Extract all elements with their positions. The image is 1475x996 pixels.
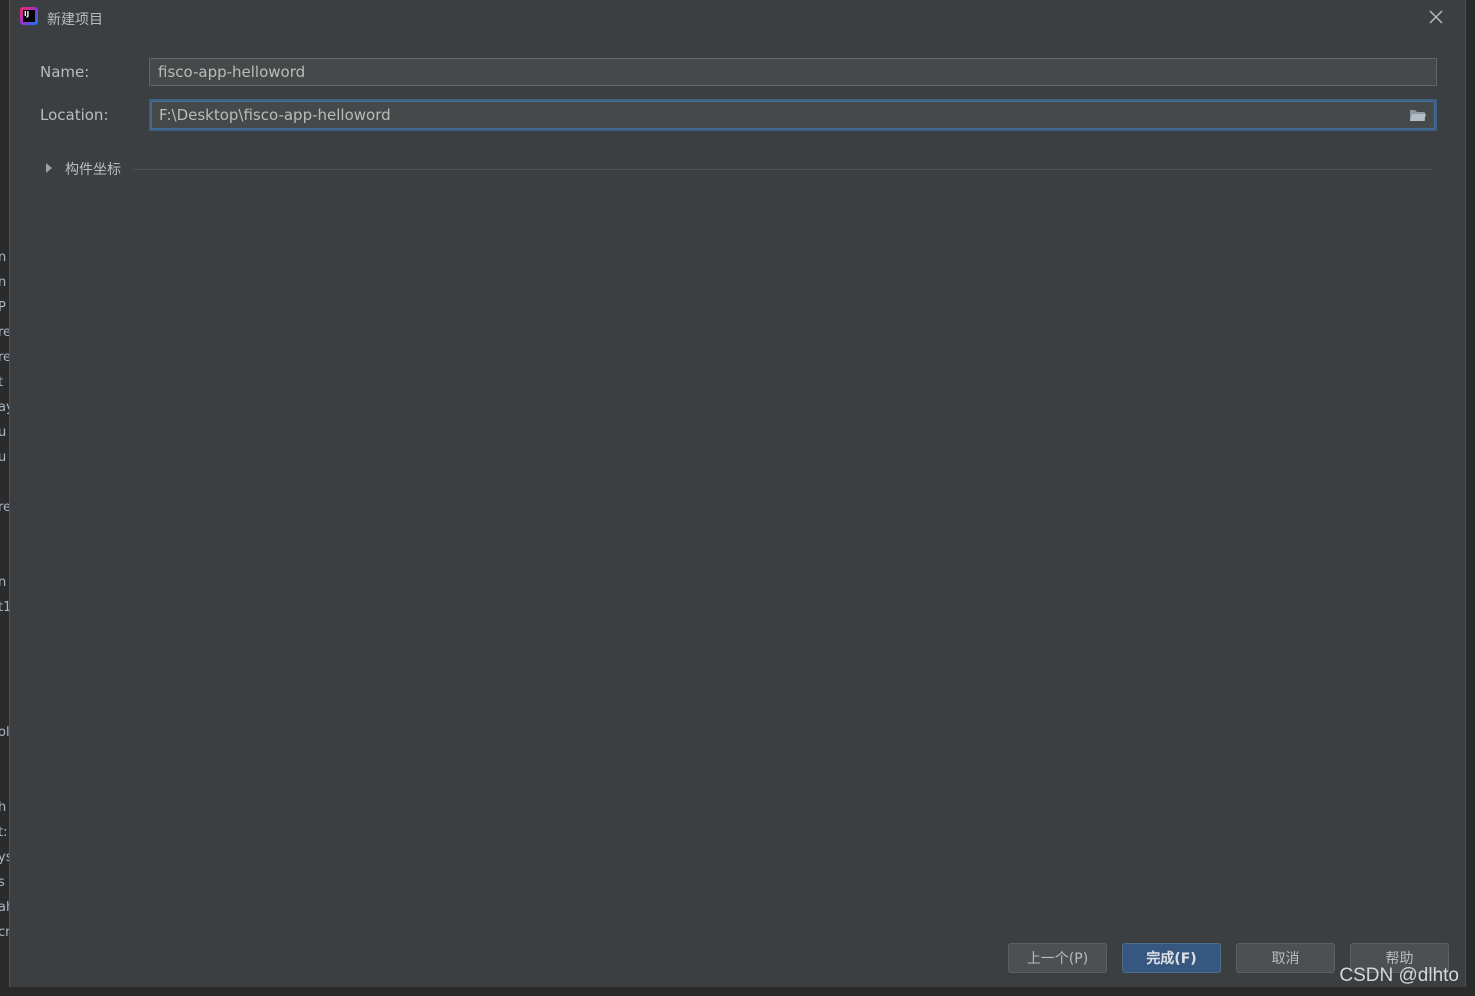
finish-button[interactable]: 完成(F) xyxy=(1122,943,1221,973)
dialog-title: 新建项目 xyxy=(47,12,103,28)
bg-fragment: P xyxy=(0,300,6,315)
cancel-button[interactable]: 取消 xyxy=(1236,943,1335,973)
bg-fragment: cr xyxy=(0,925,9,940)
bg-fragment: u xyxy=(0,450,7,465)
bg-fragment: n xyxy=(0,275,7,290)
close-icon[interactable] xyxy=(1427,8,1445,26)
bg-fragment: t xyxy=(0,375,4,390)
bg-fragment: s xyxy=(0,875,5,890)
location-label: Location: xyxy=(40,106,109,124)
intellij-logo-icon xyxy=(20,7,38,25)
dialog-titlebar[interactable]: 新建项目 xyxy=(10,0,1465,36)
bg-fragment: t1 xyxy=(0,600,9,615)
bg-fragment: ys xyxy=(0,850,9,865)
bg-fragment: ol xyxy=(0,725,9,740)
bg-fragment: t: xyxy=(0,825,8,840)
bg-fragment: h xyxy=(0,800,7,815)
section-label: 构件坐标 xyxy=(65,162,121,178)
watermark: CSDN @dlhto xyxy=(1339,965,1459,986)
bg-fragment: ah xyxy=(0,900,9,915)
previous-button[interactable]: 上一个(P) xyxy=(1008,943,1107,973)
expand-arrow-icon[interactable] xyxy=(46,163,52,173)
new-project-dialog: 新建项目 Name: fisco-app-helloword Location:… xyxy=(9,0,1466,987)
name-label: Name: xyxy=(40,63,90,81)
bg-fragment: ay xyxy=(0,400,9,415)
section-divider xyxy=(133,169,1433,170)
background-ide-strip: n n P re re t ay u u re n t1 ol h t: ys … xyxy=(0,0,9,996)
background-ide-strip-right xyxy=(1466,0,1475,996)
browse-folder-icon[interactable] xyxy=(1409,108,1427,122)
artifact-coordinates-section[interactable]: 构件坐标 xyxy=(43,158,1433,178)
bg-fragment: n xyxy=(0,250,7,265)
bg-fragment: re xyxy=(0,325,9,340)
bg-fragment: u xyxy=(0,425,7,440)
bg-fragment: re xyxy=(0,350,9,365)
name-input[interactable]: fisco-app-helloword xyxy=(149,58,1437,86)
bg-fragment: re xyxy=(0,500,9,515)
location-input[interactable]: F:\Desktop\fisco-app-helloword xyxy=(149,99,1437,131)
bg-fragment: n xyxy=(0,575,7,590)
location-input-text: F:\Desktop\fisco-app-helloword xyxy=(159,106,391,124)
